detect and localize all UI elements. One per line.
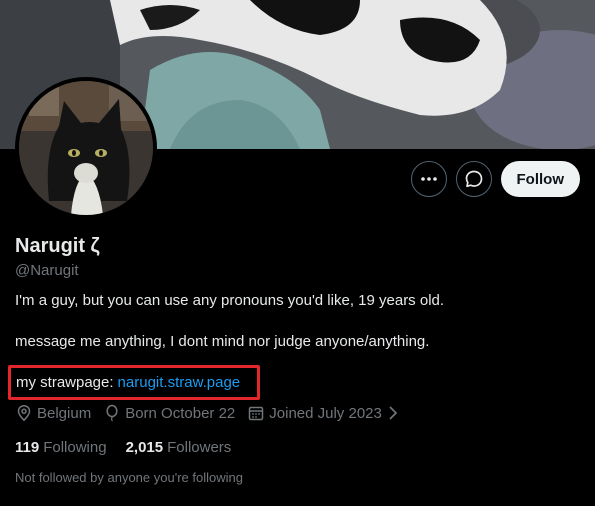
strawpage-link[interactable]: narugit.straw.page (118, 374, 241, 391)
joined-text: Joined July 2023 (269, 404, 382, 422)
profile-handle: @Narugit (15, 262, 79, 279)
location-icon (17, 405, 31, 422)
profile-meta: Belgium Born October 22 Joined July 2023 (15, 404, 416, 422)
message-button[interactable] (455, 161, 492, 197)
profile-name: Narugit ζ (15, 235, 100, 257)
balloon-icon (106, 404, 118, 422)
follow-button[interactable]: Follow (500, 161, 580, 197)
strawpage-line-highlight: my strawpage: narugit.straw.page (8, 365, 260, 400)
followers-count: 2,015 (125, 439, 164, 456)
chevron-right-icon (389, 406, 398, 420)
avatar[interactable] (15, 77, 157, 219)
birthday-item: Born October 22 (103, 404, 235, 422)
followers-link[interactable]: 2,015 Followers (126, 439, 232, 456)
following-label: Following (43, 439, 107, 456)
bio-line-1: I'm a guy, but you can use any pronouns … (15, 292, 445, 309)
profile-actions: Follow (410, 161, 580, 197)
location-text: Belgium (37, 404, 92, 422)
avatar-image (19, 81, 153, 215)
birthday-text: Born October 22 (125, 404, 236, 422)
joined-item[interactable]: Joined July 2023 (247, 404, 404, 422)
more-icon (420, 177, 437, 181)
location-item: Belgium (15, 404, 91, 422)
more-button[interactable] (410, 161, 447, 197)
following-count: 119 (15, 439, 40, 456)
following-link[interactable]: 119 Following (15, 439, 107, 456)
bio-line-2: message me anything, I dont mind nor jud… (15, 333, 430, 350)
message-icon (465, 170, 482, 188)
calendar-icon (249, 406, 264, 421)
follow-counts: 119 Following 2,015 Followers (15, 439, 250, 456)
followed-by-note: Not followed by anyone you're following (15, 470, 243, 485)
followers-label: Followers (167, 439, 232, 456)
strawpage-prefix: my strawpage: (16, 374, 114, 391)
